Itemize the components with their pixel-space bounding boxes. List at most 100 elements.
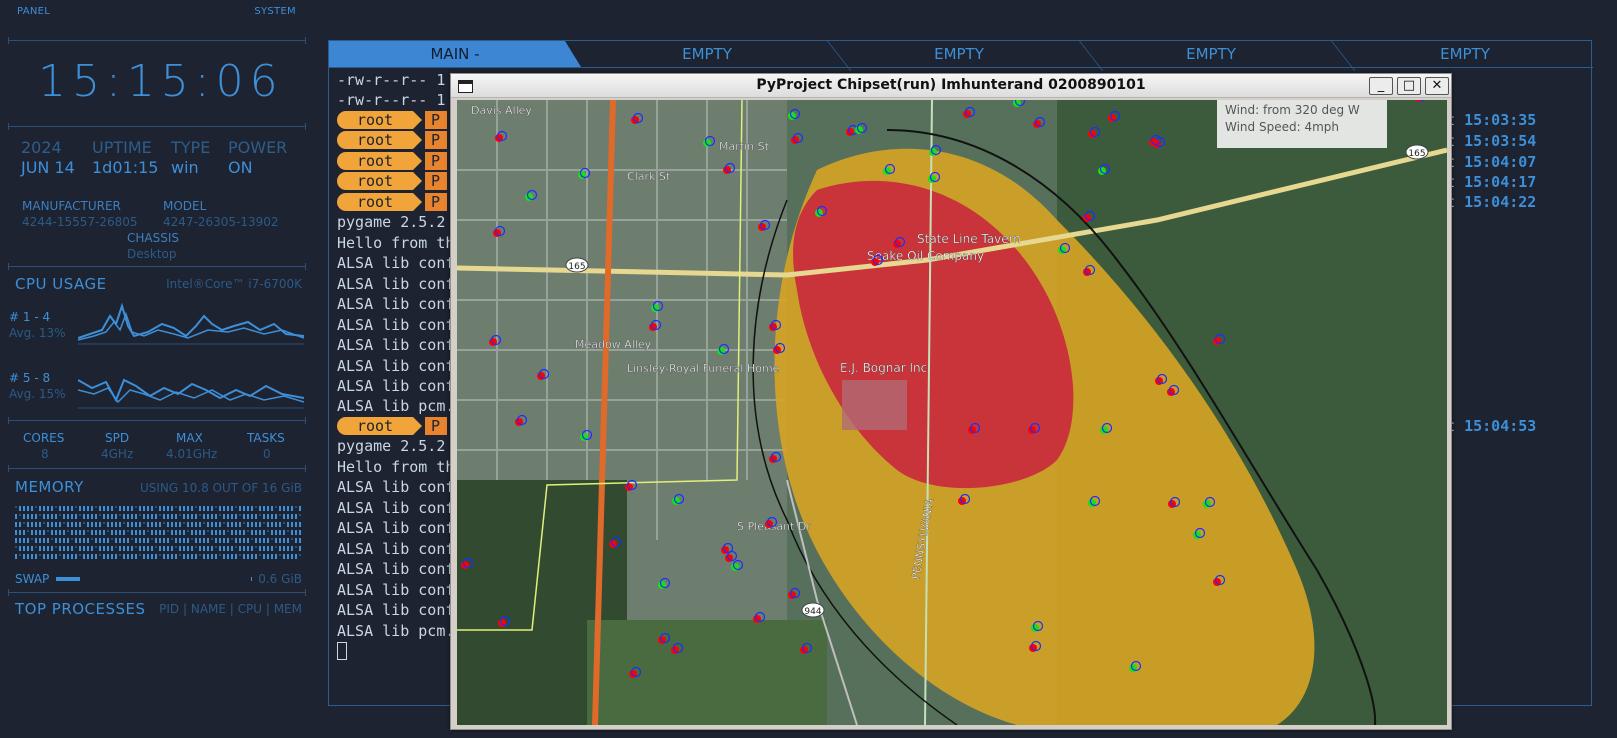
memory-cell	[19, 522, 21, 527]
memory-cell	[143, 506, 145, 511]
divider	[8, 263, 306, 270]
memory-cell	[91, 514, 93, 519]
memory-cell	[47, 546, 49, 551]
memory-cell	[31, 522, 33, 527]
memory-cell	[263, 530, 265, 535]
terminal-line: ALSA lib conf	[337, 336, 455, 354]
label-clark-st: Clark St	[627, 170, 671, 183]
terminal-line: ALSA lib conf	[337, 560, 455, 578]
memory-cell	[111, 506, 113, 511]
memory-cell	[219, 506, 221, 511]
memory-cell	[99, 522, 101, 527]
field-area	[587, 620, 827, 725]
minimize-button[interactable]: _	[1369, 77, 1393, 95]
memory-cell	[27, 554, 29, 559]
wind-direction: Wind: from 320 deg W	[1225, 103, 1360, 117]
memory-cell	[59, 522, 61, 527]
window-titlebar[interactable]: PyProject Chipset(run) Imhunterand 02008…	[451, 74, 1451, 98]
prompt-root-badge: root	[337, 172, 422, 190]
memory-cell	[235, 546, 237, 548]
memory-cell	[59, 530, 61, 535]
memory-cell	[67, 538, 69, 543]
memory-cell	[79, 546, 81, 551]
memory-cell	[23, 522, 25, 524]
memory-cell	[139, 522, 141, 527]
memory-cell	[111, 522, 113, 527]
spd-label: SPD	[105, 431, 130, 445]
memory-cell	[35, 538, 37, 543]
close-button[interactable]: ✕	[1425, 77, 1449, 95]
memory-cell	[19, 554, 21, 556]
memory-cell	[163, 530, 165, 535]
terminal-line: ALSA lib pcm.	[337, 622, 455, 640]
memory-cell	[299, 538, 301, 543]
memory-cell	[215, 554, 217, 559]
window-title: PyProject Chipset(run) Imhunterand 02008…	[756, 77, 1146, 93]
memory-cell	[15, 554, 17, 559]
tab-empty-1[interactable]: EMPTY	[581, 41, 833, 67]
memory-cell	[195, 514, 197, 519]
power-value: ON	[228, 158, 253, 177]
memory-cell	[267, 506, 269, 511]
memory-cell	[271, 530, 273, 535]
map-view[interactable]: 165 165 944 Davis Alley Martin St Clark …	[457, 100, 1447, 725]
chassis-label: CHASSIS	[127, 231, 180, 245]
terminal-line: ALSA lib conf	[337, 478, 455, 496]
memory-cell	[63, 554, 65, 559]
maximize-button[interactable]: □	[1397, 77, 1421, 95]
tab-main[interactable]: MAIN -	[329, 41, 581, 67]
memory-cell	[243, 546, 245, 551]
terminal-line: -rw-r--r-- 1	[337, 91, 446, 109]
memory-cell	[31, 530, 33, 535]
memory-cell	[235, 506, 237, 508]
memory-cell	[19, 506, 21, 511]
memory-cell	[175, 514, 177, 519]
pygame-window[interactable]: PyProject Chipset(run) Imhunterand 02008…	[450, 73, 1452, 730]
memory-cell	[23, 506, 25, 511]
memory-cell	[51, 554, 53, 559]
route-shield-165-label: 165	[568, 262, 585, 272]
memory-cell	[275, 514, 277, 519]
memory-cell	[223, 506, 225, 511]
terminal-line: ALSA lib conf	[337, 540, 455, 558]
route-shield-165-label: 165	[1408, 149, 1425, 159]
memory-cell	[107, 530, 109, 532]
memory-cell	[91, 554, 93, 559]
memory-cell	[107, 546, 109, 551]
memory-cell	[287, 522, 289, 527]
memory-cell	[263, 546, 265, 551]
divider	[8, 417, 306, 424]
tab-empty-2[interactable]: EMPTY	[833, 41, 1085, 67]
memory-cell	[59, 514, 61, 516]
memory-cell	[115, 530, 117, 535]
terminal-line: ALSA lib conf	[337, 357, 455, 375]
memory-cell	[259, 506, 261, 511]
memory-cell	[47, 530, 49, 532]
memory-cell	[127, 554, 129, 559]
memory-cell	[291, 522, 293, 527]
panel-label: PANEL	[17, 6, 51, 17]
memory-cell	[79, 522, 81, 527]
memory-cell	[143, 554, 145, 559]
tab-empty-3[interactable]: EMPTY	[1085, 41, 1337, 67]
memory-cell	[287, 530, 289, 532]
memory-cell	[199, 538, 201, 543]
memory-cell	[135, 538, 137, 543]
memory-cell	[123, 522, 125, 524]
route-shield-944-label: 944	[804, 607, 821, 617]
memory-cell	[51, 514, 53, 519]
memory-cell	[283, 514, 285, 519]
memory-cell	[275, 506, 277, 508]
model-label: MODEL	[163, 199, 207, 213]
memory-cell	[91, 546, 93, 551]
memory-cell	[139, 538, 141, 543]
memory-cell	[279, 546, 281, 551]
memory-cell	[35, 514, 37, 519]
memory-cell	[71, 538, 73, 540]
memory-cell	[95, 538, 97, 543]
memory-cell	[87, 506, 89, 511]
tab-empty-4[interactable]: EMPTY	[1337, 41, 1593, 67]
cpu-group2-label: # 5 - 8	[9, 371, 51, 385]
memory-cell	[291, 554, 293, 559]
memory-cell	[147, 546, 149, 551]
